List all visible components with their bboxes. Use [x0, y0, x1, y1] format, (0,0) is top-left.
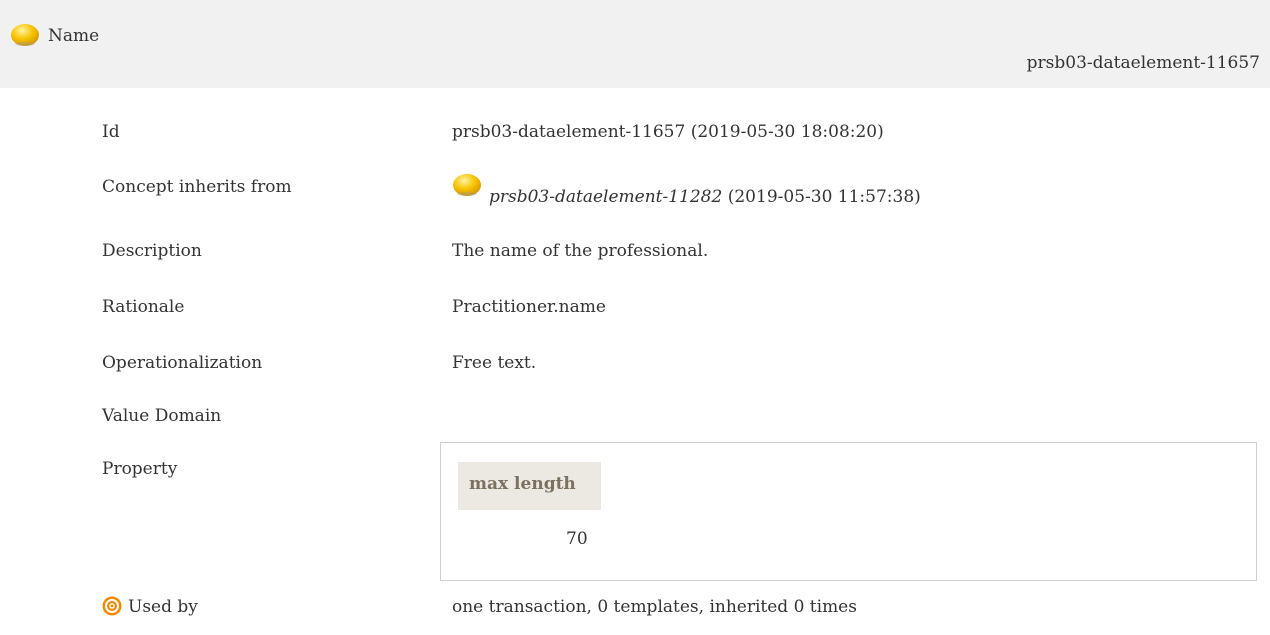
concept-name: Name — [48, 26, 100, 46]
inherits-link[interactable]: prsb03-dataelement-11282 — [489, 187, 722, 207]
description-label: Description — [102, 241, 202, 261]
operationalization-label: Operationalization — [102, 353, 263, 373]
property-table: max length 70 — [440, 442, 1257, 581]
description-value: The name of the professional. — [452, 241, 709, 261]
concept-header: Name prsb03-dataelement-11657 — [0, 0, 1270, 88]
inherits-value: prsb03-dataelement-11282 (2019-05-30 11:… — [489, 187, 921, 207]
id-label: Id — [102, 122, 120, 142]
concept-status-icon — [11, 24, 39, 46]
used-by-label: Used by — [128, 597, 198, 617]
target-icon — [102, 596, 122, 616]
id-value: prsb03-dataelement-11657 (2019-05-30 18:… — [452, 122, 884, 142]
used-by-value: one transaction, 0 templates, inherited … — [452, 597, 857, 617]
max-length-header: max length — [458, 462, 601, 510]
operationalization-value: Free text. — [452, 353, 537, 373]
rationale-label: Rationale — [102, 297, 185, 317]
value-domain-label: Value Domain — [102, 406, 222, 426]
rationale-value: Practitioner.name — [452, 297, 606, 317]
max-length-value: 70 — [566, 529, 588, 549]
inherited-concept-icon — [453, 174, 481, 196]
property-label: Property — [102, 459, 178, 479]
inherits-label: Concept inherits from — [102, 177, 292, 197]
inherits-date: (2019-05-30 11:57:38) — [727, 187, 921, 207]
concept-id-header: prsb03-dataelement-11657 — [1026, 53, 1260, 73]
